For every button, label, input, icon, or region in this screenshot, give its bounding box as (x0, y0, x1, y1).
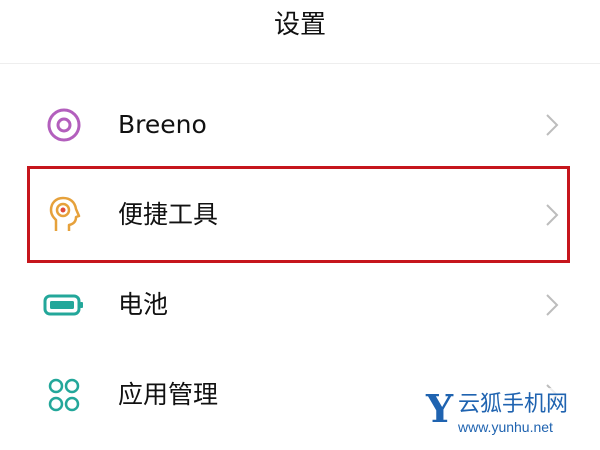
battery-icon (43, 294, 83, 316)
chevron-right-icon (546, 114, 559, 136)
app-grid-icon (48, 378, 80, 412)
settings-item-label: 电池 (118, 290, 169, 319)
watermark: Y 云狐手机网 www.yunhu.net (422, 388, 594, 444)
breeno-icon (47, 108, 81, 142)
chevron-right-icon (546, 294, 559, 316)
settings-item-breeno[interactable]: Breeno (0, 80, 600, 170)
settings-item-label: 应用管理 (118, 380, 219, 409)
chevron-right-icon (546, 204, 559, 226)
settings-item-convenience-tools[interactable]: 便捷工具 (0, 170, 600, 260)
watermark-name: 云狐手机网 (458, 392, 569, 417)
page-title: 设置 (273, 10, 326, 40)
watermark-logo: Y (426, 386, 454, 431)
settings-item-label: Breeno (118, 110, 207, 139)
watermark-url: www.yunhu.net (458, 419, 553, 435)
header: 设置 (0, 0, 600, 64)
head-gear-icon (49, 196, 81, 231)
settings-item-battery[interactable]: 电池 (0, 260, 600, 350)
settings-item-label: 便捷工具 (118, 200, 219, 229)
